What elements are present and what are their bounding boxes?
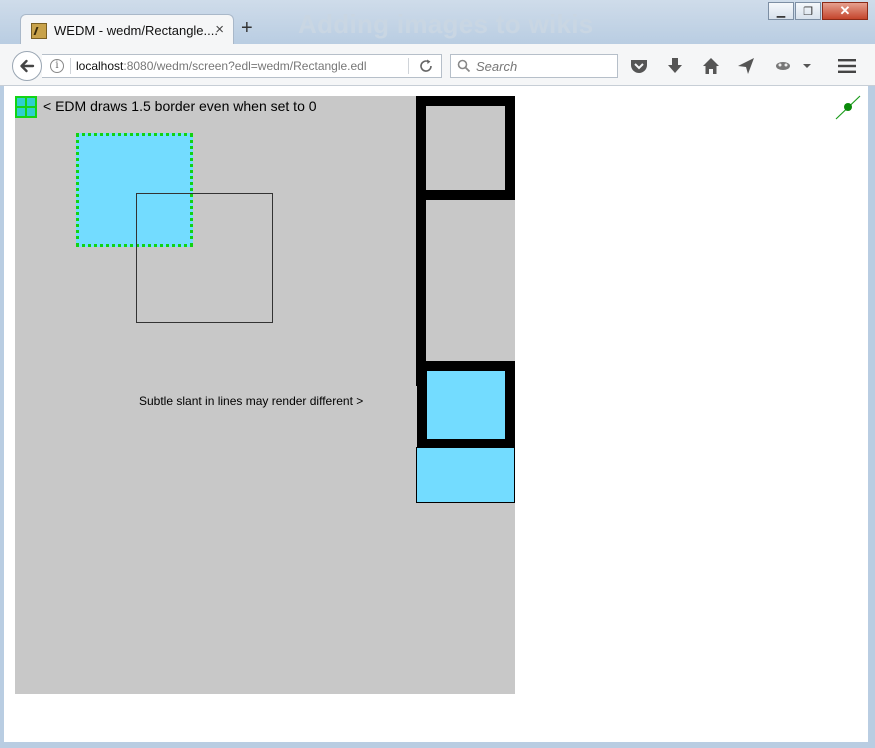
border-note-label: < EDM draws 1.5 border even when set to … [43, 98, 317, 114]
reload-icon[interactable] [418, 58, 434, 74]
search-placeholder: Search [476, 59, 518, 74]
minimize-button[interactable]: ▁ [768, 2, 794, 20]
rectangle-outline-thin [136, 193, 273, 323]
background-window-title: Adding images to wikis [298, 9, 594, 39]
url-divider [408, 58, 409, 74]
extension-icon[interactable] [773, 56, 793, 76]
tab-title: WEDM - wedm/Rectangle.... [54, 23, 218, 38]
pocket-icon[interactable] [629, 56, 649, 76]
tab-wedm[interactable]: WEDM - wedm/Rectangle.... × [20, 14, 234, 45]
corner-slider-icon[interactable] [834, 95, 862, 121]
back-button[interactable] [12, 51, 42, 81]
info-icon[interactable]: i [50, 59, 64, 73]
close-window-button[interactable]: ✕ [822, 2, 868, 20]
wedm-favicon-icon [31, 23, 47, 39]
back-icon [20, 59, 35, 73]
url-separator [70, 58, 71, 74]
download-icon[interactable] [665, 56, 685, 76]
maximize-button[interactable]: ❐ [795, 2, 821, 20]
home-icon[interactable] [701, 56, 721, 76]
new-tab-button[interactable]: + [241, 18, 253, 38]
rectangle-thick-left-bar [416, 196, 426, 386]
rectangle-thick-border-filled [417, 361, 515, 449]
url-bar[interactable]: i localhost:8080/wedm/screen?edl=wedm/Re… [42, 54, 442, 78]
search-bar[interactable]: Search [450, 54, 618, 78]
dropdown-icon[interactable] [800, 56, 814, 76]
send-icon[interactable] [736, 56, 756, 76]
slant-note-label: Subtle slant in lines may render differe… [139, 394, 364, 408]
tab-close-button[interactable]: × [215, 21, 224, 38]
rectangle-thin-border-filled [416, 447, 515, 503]
url-text[interactable]: localhost:8080/wedm/screen?edl=wedm/Rect… [76, 59, 367, 73]
rectangle-thick-border-top [416, 96, 515, 200]
search-icon [457, 59, 471, 73]
window-border-bottom [0, 741, 875, 748]
grid-icon[interactable] [15, 96, 37, 118]
window-border-right [868, 86, 875, 748]
navigation-toolbar: i localhost:8080/wedm/screen?edl=wedm/Re… [0, 44, 875, 86]
menu-icon[interactable] [837, 56, 857, 76]
